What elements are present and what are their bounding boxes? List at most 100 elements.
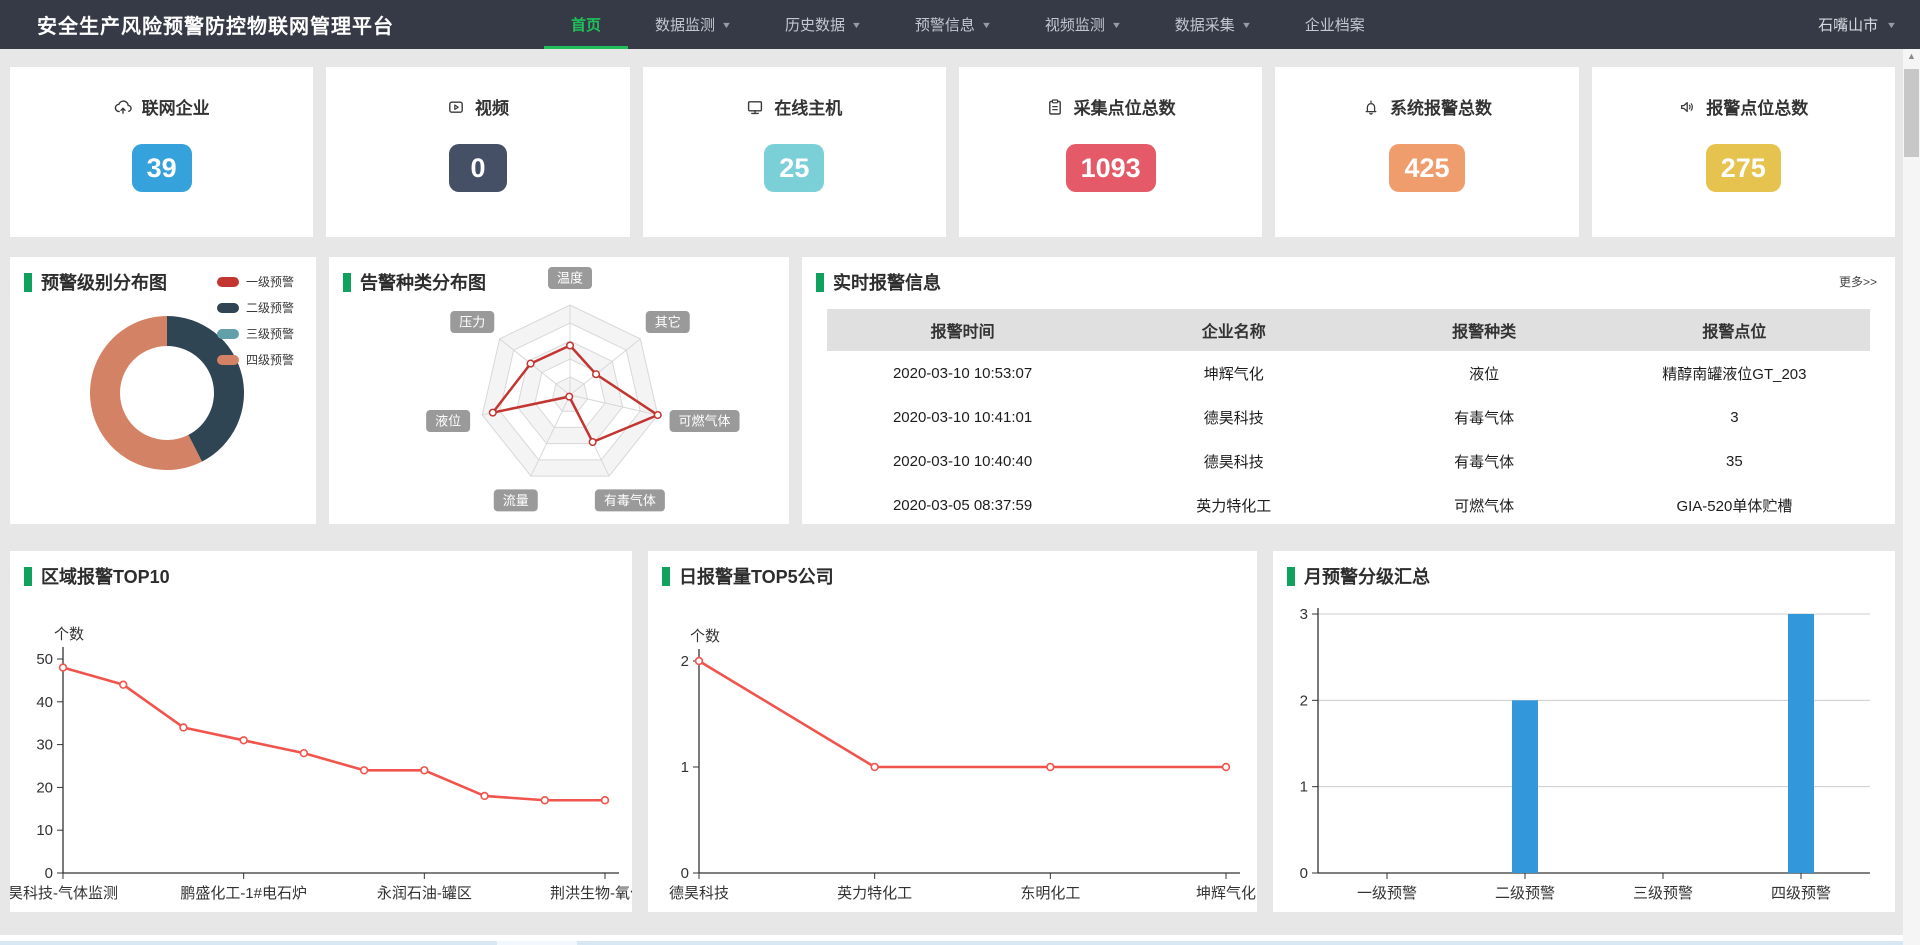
stat-card-online-hosts: 在线主机25 <box>643 67 946 237</box>
table-row: 2020-03-10 10:40:40德昊科技有毒气体35 <box>827 439 1870 483</box>
region-label: 石嘴山市 <box>1818 14 1878 35</box>
legend-marker <box>217 303 239 313</box>
panel-title: 日报警量TOP5公司 <box>662 563 834 589</box>
svg-text:永润石油-罐区: 永润石油-罐区 <box>377 885 472 902</box>
svg-text:四级预警: 四级预警 <box>1771 885 1831 902</box>
stat-card-system-alarms-total: 系统报警总数425 <box>1275 67 1578 237</box>
panel-title: 告警种类分布图 <box>343 269 486 295</box>
stat-head: 联网企业 <box>114 94 210 119</box>
nav-item-data-collection[interactable]: 数据采集▼ <box>1148 0 1278 49</box>
stat-value-badge: 1093 <box>1066 144 1156 192</box>
monthly-level-panel: 月预警分级汇总 0123一级预警二级预警三级预警四级预警 <box>1273 551 1895 912</box>
legend-item[interactable]: 三级预警 <box>217 325 294 342</box>
stat-card-collect-points-total: 采集点位总数 1093 <box>959 67 1262 237</box>
table-cell: 液位 <box>1369 351 1598 395</box>
bell-icon <box>1362 98 1380 116</box>
stat-value-badge: 39 <box>132 144 192 192</box>
nav-item-history-data[interactable]: 历史数据▼ <box>758 0 888 49</box>
panel-title: 预警级别分布图 <box>24 269 167 295</box>
svg-text:1: 1 <box>681 759 689 776</box>
table-cell: 坤辉气化 <box>1098 351 1369 395</box>
nav-item-label: 数据监测 <box>655 14 715 35</box>
stat-head: 采集点位总数 <box>1046 94 1176 119</box>
legend-item[interactable]: 二级预警 <box>217 299 294 316</box>
panel-title-label: 实时报警信息 <box>833 269 941 295</box>
dashboard: 联网企业39视频0在线主机25采集点位总数1093系统报警总数425报警点位总数… <box>0 49 1920 912</box>
svg-text:0: 0 <box>45 865 53 882</box>
panel-title-label: 预警级别分布图 <box>41 269 167 295</box>
svg-text:有毒气体: 有毒气体 <box>604 493 656 508</box>
alarm-type-radar-chart: 温度其它可燃气体有毒气体流量液位压力 <box>329 257 789 524</box>
stat-head: 在线主机 <box>746 94 842 119</box>
scrollbar[interactable]: ▲ <box>1903 49 1920 945</box>
chevron-down-icon: ▼ <box>1886 20 1897 30</box>
legend-item[interactable]: 四级预警 <box>217 351 294 368</box>
title-bar <box>662 567 670 586</box>
realtime-alarm-panel: 实时报警信息 更多>> 报警时间企业名称报警种类报警点位 2020-03-10 … <box>802 257 1895 524</box>
cloud-icon <box>114 98 132 116</box>
svg-text:温度: 温度 <box>557 271 583 286</box>
legend-marker <box>217 329 239 339</box>
nav-item-home[interactable]: 首页 <box>544 0 628 49</box>
svg-text:1: 1 <box>1300 779 1308 796</box>
svg-text:50: 50 <box>36 651 53 668</box>
nav-item-label: 首页 <box>571 14 601 35</box>
legend-marker <box>217 277 239 287</box>
nav-item-label: 历史数据 <box>785 14 845 35</box>
svg-text:一级预警: 一级预警 <box>1357 885 1417 902</box>
svg-text:压力: 压力 <box>459 315 485 330</box>
nav-item-enterprise-archive[interactable]: 企业档案 <box>1278 0 1392 49</box>
stat-label: 在线主机 <box>774 94 842 119</box>
nav-item-label: 预警信息 <box>915 14 975 35</box>
svg-text:0: 0 <box>1300 865 1308 882</box>
chevron-down-icon: ▼ <box>1111 20 1122 30</box>
top-nav: 安全生产风险预警防控物联网管理平台 首页数据监测▼历史数据▼预警信息▼视频监测▼… <box>0 0 1920 49</box>
table-cell: 有毒气体 <box>1369 395 1598 439</box>
panel-title: 实时报警信息 <box>816 269 941 295</box>
legend-label: 一级预警 <box>246 273 294 290</box>
monthly-level-bar-chart: 0123一级预警二级预警三级预警四级预警 <box>1273 551 1895 912</box>
svg-text:东明化工: 东明化工 <box>1020 885 1080 902</box>
stat-label: 系统报警总数 <box>1390 94 1492 119</box>
app-title: 安全生产风险预警防控物联网管理平台 <box>37 10 394 39</box>
stat-label: 联网企业 <box>142 94 210 119</box>
svg-text:荆洪生物-氧化反: 荆洪生物-氧化反 <box>550 885 632 902</box>
table-cell: GIA-520单体贮槽 <box>1599 483 1870 527</box>
svg-text:10: 10 <box>36 822 53 839</box>
bottom-strip <box>0 941 1903 945</box>
svg-text:2: 2 <box>681 653 689 670</box>
legend-marker <box>217 355 239 365</box>
nav-item-warning-info[interactable]: 预警信息 ▼ <box>888 0 1018 49</box>
panel-title-label: 月预警分级汇总 <box>1304 563 1430 589</box>
pie-legend: 一级预警二级预警三级预警四级预警 <box>217 273 294 377</box>
scrollbar-up-icon[interactable]: ▲ <box>1903 51 1920 61</box>
panel-title-label: 区域报警TOP10 <box>41 563 170 589</box>
legend-label: 三级预警 <box>246 325 294 342</box>
middle-row: 预警级别分布图 一级预警二级预警三级预警四级预警 告警种类分布图 温度其它可燃气… <box>10 257 1895 524</box>
table-cell: 2020-03-10 10:41:01 <box>827 395 1098 439</box>
table-cell: 有毒气体 <box>1369 439 1598 483</box>
stat-card-connected-enterprises: 联网企业 39 <box>10 67 313 237</box>
svg-text:30: 30 <box>36 737 53 754</box>
legend-item[interactable]: 一级预警 <box>217 273 294 290</box>
svg-text:德昊科技: 德昊科技 <box>669 884 729 902</box>
svg-text:3: 3 <box>1300 606 1308 623</box>
table-header: 报警时间企业名称报警种类报警点位 <box>827 309 1870 351</box>
table-cell: 35 <box>1599 439 1870 483</box>
scrollbar-thumb[interactable] <box>1904 69 1919 157</box>
table-row: 2020-03-10 10:41:01德昊科技有毒气体3 <box>827 395 1870 439</box>
stat-head: 系统报警总数 <box>1362 94 1492 119</box>
more-link[interactable]: 更多>> <box>1839 273 1877 290</box>
chevron-down-icon: ▼ <box>721 20 732 30</box>
title-bar <box>1287 567 1295 586</box>
nav-item-video-monitoring[interactable]: 视频监测▼ <box>1018 0 1148 49</box>
legend-label: 四级预警 <box>246 351 294 368</box>
chevron-down-icon: ▼ <box>981 20 992 30</box>
nav-item-data-monitoring[interactable]: 数据监测 ▼ <box>628 0 758 49</box>
title-bar <box>816 273 824 292</box>
table-cell: 2020-03-05 08:37:59 <box>827 483 1098 527</box>
region-selector[interactable]: 石嘴山市 ▼ <box>1818 14 1896 35</box>
bottom-strip-segment <box>497 941 577 945</box>
table-header-cell: 报警种类 <box>1369 309 1598 351</box>
stat-label: 视频 <box>475 94 509 119</box>
